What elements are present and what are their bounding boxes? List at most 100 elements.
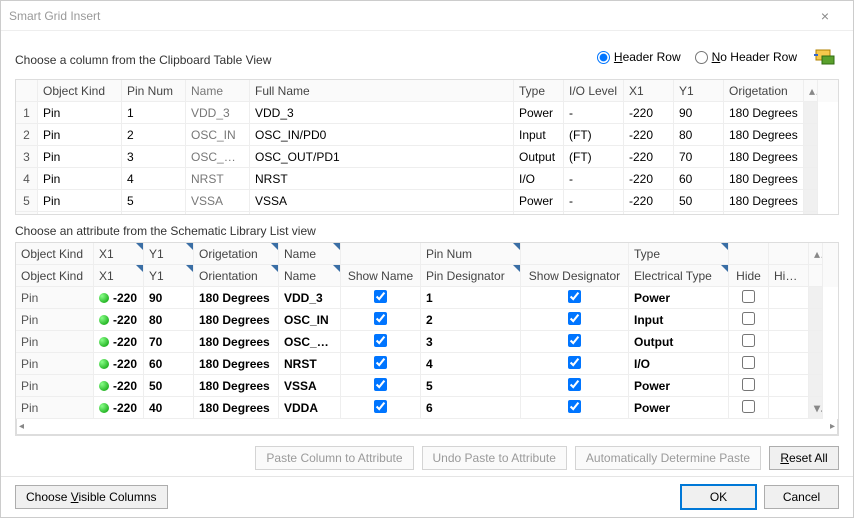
table-row[interactable]: Pin-22080180 DegreesOSC_IN2Input <box>16 309 838 331</box>
hide-checkbox[interactable] <box>742 290 755 303</box>
table-row[interactable]: Pin-22050180 DegreesVSSA5Power <box>16 375 838 397</box>
show-name-checkbox[interactable] <box>374 356 387 369</box>
clipboard-grid[interactable]: Object Kind Pin Num Name Full Name Type … <box>15 79 839 215</box>
cell-hide[interactable] <box>729 353 769 375</box>
show-designator-checkbox[interactable] <box>568 334 581 347</box>
col2-x1[interactable]: X1 <box>94 243 144 265</box>
col2-y1[interactable]: Y1 <box>144 243 194 265</box>
choose-visible-columns-button[interactable]: Choose Visible Columns <box>15 485 168 509</box>
cell-show-name[interactable] <box>341 309 421 331</box>
show-name-checkbox[interactable] <box>374 290 387 303</box>
col2-show-designator[interactable]: Show Designator <box>521 265 629 287</box>
show-designator-checkbox[interactable] <box>568 290 581 303</box>
col2-orientation[interactable]: Orientation <box>194 265 279 287</box>
scroll-left-icon[interactable]: ◂ <box>19 421 24 432</box>
show-name-checkbox[interactable] <box>374 334 387 347</box>
col2-pin-num[interactable]: Pin Num <box>421 243 521 265</box>
cell-show-designator[interactable] <box>521 353 629 375</box>
col-y1[interactable]: Y1 <box>674 80 724 102</box>
table-row[interactable]: Pin-22060180 DegreesNRST4I/O <box>16 353 838 375</box>
col2-object-kind2[interactable]: Object Kind <box>16 265 94 287</box>
ok-button[interactable]: OK <box>681 485 756 509</box>
scroll-right-icon[interactable]: ▸ <box>830 421 835 432</box>
col2-y1-2[interactable]: Y1 <box>144 265 194 287</box>
hide-checkbox[interactable] <box>742 400 755 413</box>
cell-hide[interactable] <box>729 397 769 419</box>
table-row[interactable]: 2Pin2OSC_INOSC_IN/PD0Input(FT)-22080180 … <box>16 124 838 146</box>
paste-column-button[interactable]: Paste Column to Attribute <box>255 446 413 470</box>
col2-origetation[interactable]: Origetation <box>194 243 279 265</box>
cell-show-designator[interactable] <box>521 375 629 397</box>
table-row[interactable]: 3Pin3OSC_OUTOSC_OUT/PD1Output(FT)-220701… <box>16 146 838 168</box>
cell-type: Output <box>514 146 564 168</box>
table-row[interactable]: Pin-22070180 DegreesOSC_OUT3Output <box>16 331 838 353</box>
col2-electrical-type[interactable]: Electrical Type <box>629 265 729 287</box>
no-header-row-radio[interactable]: No Header Row <box>695 50 797 64</box>
col-origetation[interactable]: Origetation <box>724 80 804 102</box>
header-row-radio[interactable]: Header Row <box>597 50 681 64</box>
cell-show-name[interactable] <box>341 375 421 397</box>
reset-all-button[interactable]: Reset All <box>769 446 839 470</box>
cell-hide[interactable] <box>729 287 769 309</box>
col-type[interactable]: Type <box>514 80 564 102</box>
cell-show-designator[interactable] <box>521 309 629 331</box>
cell-show-name[interactable] <box>341 353 421 375</box>
table-row[interactable]: 5Pin5VSSAVSSAPower--22050180 Degrees <box>16 190 838 212</box>
cell-show-designator[interactable] <box>521 287 629 309</box>
hide-checkbox[interactable] <box>742 356 755 369</box>
cell-show-name[interactable] <box>341 397 421 419</box>
col2-hide[interactable]: Hide <box>729 265 769 287</box>
col-object-kind[interactable]: Object Kind <box>38 80 122 102</box>
show-name-checkbox[interactable] <box>374 312 387 325</box>
cell-name: OSC_OUT <box>186 146 250 168</box>
col2-hidden[interactable]: Hidde <box>769 265 809 287</box>
horizontal-scrollbar[interactable]: ◂ ▸ <box>16 419 838 435</box>
hide-checkbox[interactable] <box>742 378 755 391</box>
col2-type[interactable]: Type <box>629 243 729 265</box>
component-icon[interactable] <box>811 43 839 71</box>
cell-hide[interactable] <box>729 375 769 397</box>
col2-pin-designator[interactable]: Pin Designator <box>421 265 521 287</box>
show-name-checkbox[interactable] <box>374 378 387 391</box>
hide-checkbox[interactable] <box>742 312 755 325</box>
table-row[interactable]: 1Pin1VDD_3VDD_3Power--22090180 Degrees <box>16 102 838 124</box>
col2-x1-2[interactable]: X1 <box>94 265 144 287</box>
table-row[interactable]: Pin-22090180 DegreesVDD_31Power <box>16 287 838 309</box>
show-designator-checkbox[interactable] <box>568 356 581 369</box>
scroll-up-icon[interactable]: ▴ <box>804 80 818 102</box>
table-row[interactable]: Pin-22040180 DegreesVDDA6Power▾ <box>16 397 838 419</box>
show-designator-checkbox[interactable] <box>568 378 581 391</box>
col-full-name[interactable]: Full Name <box>250 80 514 102</box>
col2-name-h1[interactable]: Name <box>279 243 341 265</box>
no-header-row-radio-input[interactable] <box>695 51 708 64</box>
col-x1[interactable]: X1 <box>624 80 674 102</box>
cell-show-designator[interactable] <box>521 397 629 419</box>
table-row[interactable]: 4Pin4NRSTNRSTI/O--22060180 Degrees <box>16 168 838 190</box>
cell-show-name[interactable] <box>341 331 421 353</box>
cell-y1: 80 <box>674 124 724 146</box>
show-designator-checkbox[interactable] <box>568 312 581 325</box>
col-name[interactable]: Name <box>186 80 250 102</box>
scroll-up-icon[interactable]: ▴ <box>809 243 823 265</box>
cell-hide[interactable] <box>729 331 769 353</box>
cell-show-name[interactable] <box>341 287 421 309</box>
col2-show-name[interactable]: Show Name <box>341 265 421 287</box>
cell-show-designator[interactable] <box>521 331 629 353</box>
header-row-radio-input[interactable] <box>597 51 610 64</box>
show-designator-checkbox[interactable] <box>568 400 581 413</box>
hide-checkbox[interactable] <box>742 334 755 347</box>
col2-name[interactable]: Name <box>279 265 341 287</box>
attribute-grid[interactable]: Object Kind X1 Y1 Origetation Name Pin N… <box>15 242 839 436</box>
close-icon[interactable]: × <box>805 8 845 24</box>
col-io-level[interactable]: I/O Level <box>564 80 624 102</box>
undo-paste-button[interactable]: Undo Paste to Attribute <box>422 446 567 470</box>
cell-pin-designator: 5 <box>421 375 521 397</box>
no-header-row-label: o Header Row <box>720 50 797 64</box>
col-pin-num[interactable]: Pin Num <box>122 80 186 102</box>
scroll-down-icon[interactable]: ▾ <box>809 397 823 419</box>
auto-paste-button[interactable]: Automatically Determine Paste <box>575 446 761 470</box>
col2-object-kind[interactable]: Object Kind <box>16 243 94 265</box>
show-name-checkbox[interactable] <box>374 400 387 413</box>
cancel-button[interactable]: Cancel <box>764 485 839 509</box>
cell-hide[interactable] <box>729 309 769 331</box>
